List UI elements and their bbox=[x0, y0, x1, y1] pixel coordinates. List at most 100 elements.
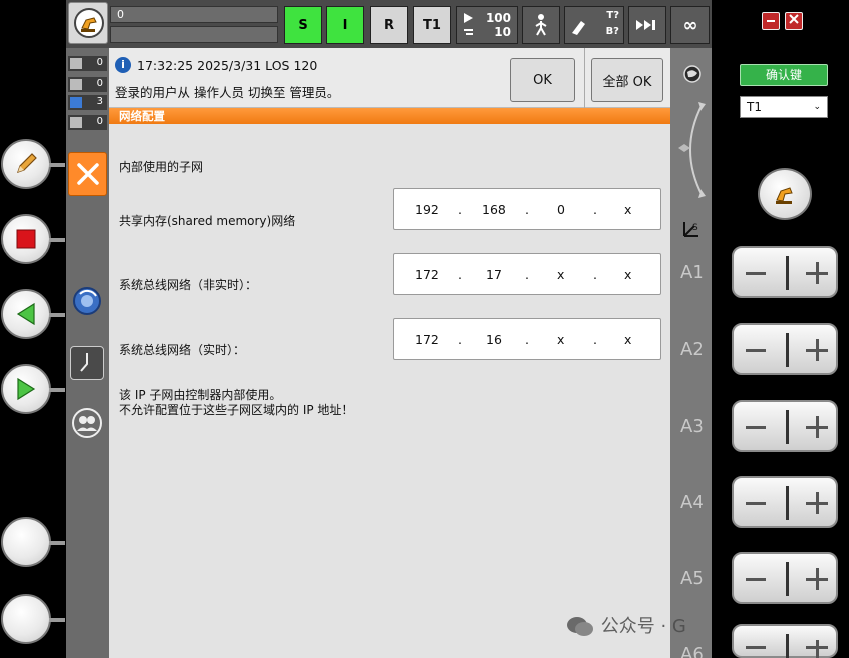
info-icon: i bbox=[115, 57, 131, 73]
note-text: 该 IP 子网由控制器内部使用。 不允许配置位于这些子网区域内的 IP 地址！ bbox=[119, 388, 353, 418]
minimize-button[interactable] bbox=[762, 12, 780, 30]
close-icon bbox=[76, 163, 99, 185]
warning-icon bbox=[70, 79, 82, 90]
dialog-icon bbox=[70, 117, 82, 128]
main-menu-button[interactable] bbox=[68, 2, 108, 44]
jog-a3-button[interactable] bbox=[732, 400, 838, 452]
operating-mode-button[interactable]: T1 bbox=[413, 6, 451, 44]
system-bus-rt-ip-field[interactable]: 172 . 16 . x . x bbox=[393, 318, 661, 360]
tool-value: T? bbox=[606, 10, 619, 21]
note-line-1: 该 IP 子网由控制器内部使用。 bbox=[119, 388, 282, 402]
right-side-strip: S A1 A2 A3 A4 A5 A6 bbox=[670, 48, 712, 658]
ip-octet: x bbox=[557, 267, 565, 282]
error-counter[interactable]: 0 bbox=[68, 56, 107, 71]
scroll-arc-icon[interactable] bbox=[674, 100, 708, 200]
coordinate-system-icon[interactable]: S bbox=[680, 218, 702, 240]
program-override-value: 100 bbox=[485, 11, 511, 25]
jog-a5-button[interactable] bbox=[732, 552, 838, 604]
base-value: B? bbox=[605, 26, 619, 37]
run-backward-button[interactable] bbox=[1, 289, 65, 339]
user-key-1-button[interactable] bbox=[1, 517, 65, 567]
ip-octet: 172 bbox=[415, 267, 439, 282]
message-timestamp: 17:32:25 2025/3/31 LOS 120 bbox=[137, 58, 318, 73]
message-divider bbox=[584, 48, 585, 108]
submit-status-button[interactable]: S bbox=[284, 6, 322, 44]
ip-octet: x bbox=[557, 332, 565, 347]
system-bus-nonrt-ip-field[interactable]: 172 . 17 . x . x bbox=[393, 253, 661, 295]
left-rail bbox=[0, 0, 66, 658]
axis-label-a4: A4 bbox=[680, 492, 704, 513]
message-text: 登录的用户从 操作人员 切换至 管理员。 bbox=[115, 85, 340, 100]
message-side-column: 0 0 3 0 bbox=[66, 48, 109, 658]
message-window: i 17:32:25 2025/3/31 LOS 120 登录的用户从 操作人员… bbox=[109, 48, 670, 108]
axis-label-a2: A2 bbox=[680, 339, 704, 360]
robot-jog-button[interactable] bbox=[758, 168, 812, 220]
section-heading: 内部使用的子网 bbox=[119, 160, 204, 174]
walking-person-icon bbox=[535, 14, 547, 36]
warning-counter[interactable]: 0 bbox=[68, 77, 107, 92]
ok-button[interactable]: OK bbox=[510, 58, 575, 102]
error-icon bbox=[70, 58, 82, 69]
run-forward-button[interactable] bbox=[1, 364, 65, 414]
jog-a6-button[interactable] bbox=[732, 624, 838, 658]
axis-label-a6: A6 bbox=[680, 644, 704, 658]
refresh-settings-button[interactable] bbox=[70, 284, 104, 318]
globe-icon[interactable] bbox=[682, 64, 702, 84]
pencil-icon bbox=[17, 153, 37, 173]
mode-select[interactable]: T1 ⌄ bbox=[740, 96, 828, 118]
tool-icon bbox=[572, 21, 585, 35]
fast-forward-icon bbox=[636, 20, 655, 30]
stop-button[interactable] bbox=[1, 214, 65, 264]
ip-octet: 192 bbox=[415, 202, 439, 217]
confirm-key-button[interactable]: 确认键 bbox=[740, 64, 828, 86]
info-counter[interactable]: 3 bbox=[68, 95, 107, 110]
ip-octet: 17 bbox=[486, 267, 502, 282]
user-key-2-button[interactable] bbox=[1, 594, 65, 644]
ip-octet: 172 bbox=[415, 332, 439, 347]
ip-octet: 168 bbox=[482, 202, 506, 217]
robot-logo-icon bbox=[74, 8, 104, 38]
override-icon bbox=[464, 13, 473, 35]
continuous-jog-button[interactable]: ∞ bbox=[670, 6, 710, 44]
gear-refresh-icon bbox=[73, 287, 101, 315]
ip-octet: 0 bbox=[557, 202, 565, 217]
ip-octet: x bbox=[624, 202, 632, 217]
robot-interpreter-status-button[interactable]: R bbox=[370, 6, 408, 44]
message-counter-field[interactable]: 0 bbox=[110, 6, 278, 23]
all-ok-button[interactable]: 全部 OK bbox=[591, 58, 663, 102]
incremental-jog-button[interactable] bbox=[628, 6, 666, 44]
shared-memory-ip-field[interactable]: 192 . 168 . 0 . x bbox=[393, 188, 661, 230]
top-status-bar: 0 S I R T1 100 10 T? B? ∞ bbox=[66, 0, 712, 48]
jog-a1-button[interactable] bbox=[732, 246, 838, 298]
drives-status-button[interactable]: I bbox=[326, 6, 364, 44]
minimize-icon bbox=[767, 20, 775, 22]
watermark-text: 公众号 · G bbox=[600, 616, 686, 637]
system-bus-rt-label: 系统总线网络（实时）： bbox=[119, 343, 246, 357]
window-close-button[interactable] bbox=[785, 12, 803, 30]
clock-button[interactable] bbox=[70, 346, 104, 380]
jog-a4-button[interactable] bbox=[732, 476, 838, 528]
ip-octet: x bbox=[624, 332, 632, 347]
edit-pencil-button[interactable] bbox=[1, 139, 65, 189]
note-line-2: 不允许配置位于这些子网区域内的 IP 地址！ bbox=[119, 403, 354, 417]
jog-mode-button[interactable] bbox=[522, 6, 560, 44]
play-backward-icon bbox=[16, 302, 35, 326]
mode-select-value: T1 bbox=[747, 100, 762, 114]
close-panel-button[interactable] bbox=[68, 152, 107, 196]
jog-a2-button[interactable] bbox=[732, 323, 838, 375]
message-field[interactable] bbox=[110, 26, 278, 43]
stop-icon bbox=[16, 229, 36, 249]
override-button[interactable]: 100 10 bbox=[456, 6, 518, 44]
clock-icon bbox=[80, 353, 88, 372]
user-group-button[interactable] bbox=[70, 406, 104, 440]
wechat-icon bbox=[565, 616, 601, 637]
ip-octet: x bbox=[624, 267, 632, 282]
axis-label-a5: A5 bbox=[680, 568, 704, 589]
info-icon bbox=[70, 97, 82, 108]
play-forward-icon bbox=[17, 377, 36, 401]
dialog-counter[interactable]: 0 bbox=[68, 115, 107, 130]
axis-label-a1: A1 bbox=[680, 262, 704, 283]
jog-override-value: 10 bbox=[494, 25, 511, 39]
panel-title: 网络配置 bbox=[109, 108, 670, 124]
tool-base-button[interactable]: T? B? bbox=[564, 6, 624, 44]
